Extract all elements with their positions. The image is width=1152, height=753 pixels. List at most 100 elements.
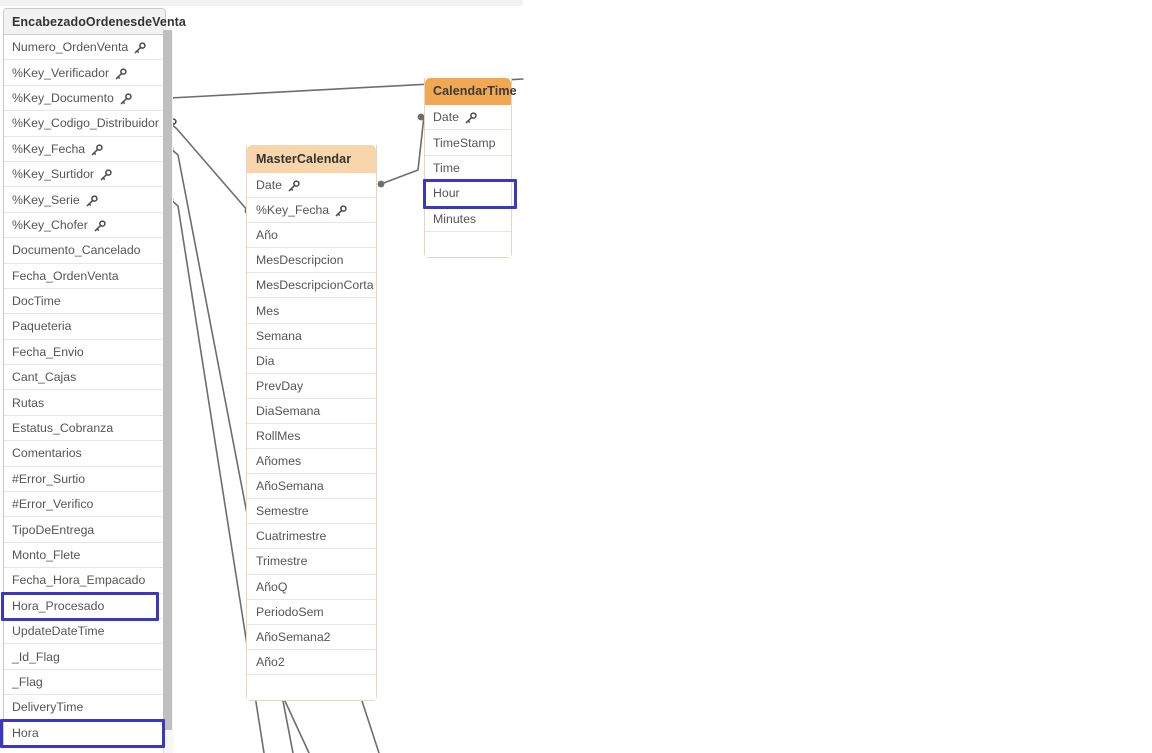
table-field-label: Hora_Procesado <box>12 598 105 613</box>
link-mastercalendar-bottom-left <box>284 700 310 753</box>
table-field-row[interactable]: AñoSemana2 <box>247 624 376 650</box>
table-field-row[interactable]: Fecha_OrdenVenta <box>4 263 165 289</box>
key-icon <box>91 144 103 156</box>
table-field-row[interactable]: Rutas <box>4 390 165 416</box>
table-field-row[interactable]: PeriodoSem <box>247 599 376 625</box>
table-field-label: Dia <box>256 353 275 368</box>
table-field-row[interactable]: Mes <box>247 298 376 324</box>
table-field-row[interactable]: Date <box>247 173 376 199</box>
table-field-row[interactable]: Paqueteria <box>4 314 165 340</box>
table-field-row[interactable]: %Key_Fecha <box>247 198 376 224</box>
table-field-row[interactable]: %Key_Codigo_Distribuidor <box>4 111 177 137</box>
table-field-label: TipoDeEntrega <box>12 522 95 537</box>
table-field-label: Estatus_Cobranza <box>12 421 114 436</box>
table-title-mastercalendar: MasterCalendar <box>247 145 376 173</box>
table-field-label: Fecha_Envio <box>12 344 84 359</box>
table-field-label: DeliveryTime <box>12 700 84 715</box>
table-field-label: AñoQ <box>256 579 288 594</box>
table-field-row[interactable]: RollMes <box>247 423 376 450</box>
table-field-label: Time <box>433 160 460 175</box>
table-field-row[interactable]: DocTime <box>4 288 165 315</box>
table-field-label: Trimestre <box>256 554 308 569</box>
table-field-label: Hora <box>12 725 39 740</box>
table-field-row[interactable]: DiaSemana <box>247 398 376 424</box>
table-field-label: TimeStamp <box>433 135 496 150</box>
table-field-row[interactable]: Hora_Procesado <box>4 593 165 619</box>
table-field-label: Año2 <box>256 654 285 669</box>
table-field-label: Documento_Cancelado <box>12 243 141 258</box>
table-field-row[interactable]: #Error_Surtio <box>4 466 165 493</box>
table-field-label: #Error_Surtio <box>12 471 86 486</box>
table-field-label: Semana <box>256 328 302 343</box>
table-field-label: %Key_Fecha <box>12 141 86 156</box>
table-field-row[interactable]: Año <box>247 223 376 249</box>
link-mastercalendar-calendartime <box>380 115 425 185</box>
top-gray-strip <box>0 0 523 6</box>
table-field-row[interactable]: %Key_Verificador <box>4 60 165 86</box>
table-field-row[interactable]: Comentarios <box>4 441 165 467</box>
table-field-row[interactable]: Fecha_Hora_Empacado <box>4 568 165 594</box>
table-field-row[interactable]: %Key_Documento <box>4 85 165 112</box>
table-field-row[interactable]: Semestre <box>247 499 376 525</box>
table-field-row[interactable]: _Id_Flag <box>4 644 165 670</box>
table-field-label: %Key_Serie <box>12 192 80 207</box>
table-field-row[interactable]: %Key_Surtidor <box>4 161 165 188</box>
table-field-label: Cuatrimestre <box>256 529 327 544</box>
table-field-label: Date <box>433 110 459 125</box>
table-field-row[interactable]: Trimestre <box>247 549 376 575</box>
table-field-row[interactable]: %Key_Chofer <box>4 212 165 239</box>
table-field-row[interactable]: TimeStamp <box>425 130 511 156</box>
table-field-label: Monto_Flete <box>12 548 81 562</box>
table-field-row[interactable]: DeliveryTime <box>4 695 165 721</box>
key-icon <box>120 93 132 105</box>
table-field-row[interactable] <box>425 231 511 258</box>
table-field-row[interactable]: Semana <box>247 323 376 349</box>
table-field-row[interactable]: UpdateDateTime <box>4 618 165 645</box>
table-field-label: _Flag <box>12 674 43 689</box>
table-field-row[interactable]: AñoSemana <box>247 474 376 500</box>
table-field-row[interactable]: #Error_Verifico <box>4 492 165 518</box>
table-field-row[interactable]: Cuatrimestre <box>247 524 376 550</box>
table-field-label: Paqueteria <box>12 319 72 334</box>
table-field-row[interactable]: Cant_Cajas <box>4 365 165 391</box>
table-field-row[interactable]: Time <box>425 155 511 182</box>
table-field-row[interactable]: MesDescripcionCorta <box>247 273 376 299</box>
table-field-label: AñoSemana2 <box>256 629 331 644</box>
table-field-row[interactable]: Numero_OrdenVenta <box>4 35 165 61</box>
table-field-row[interactable]: TipoDeEntrega <box>4 517 165 543</box>
table-field-row[interactable]: Añomes <box>247 449 376 475</box>
table-field-row[interactable] <box>247 674 376 700</box>
table-field-label: MesDescripcionCorta <box>256 278 374 293</box>
table-field-row[interactable]: Minutes <box>425 206 511 232</box>
table-calendar-time[interactable]: CalendarTime Date TimeStamp Time Hour Minute… <box>424 78 517 259</box>
key-icon <box>335 205 347 217</box>
table-encabezado-ordenes-de-venta[interactable]: EncabezadoOrdenesdeVenta Numero_OrdenVen… <box>3 8 186 747</box>
table-field-label: PeriodoSem <box>256 604 324 619</box>
table-title-encabezado: EncabezadoOrdenesdeVenta <box>4 9 186 35</box>
table-field-row[interactable]: Dia <box>247 348 376 374</box>
table-field-row[interactable]: PrevDay <box>247 373 376 399</box>
table-field-row[interactable]: Hora <box>4 720 165 746</box>
table-field-row[interactable]: _Flag <box>4 669 165 696</box>
table-field-label: Año <box>256 228 278 243</box>
key-icon <box>134 42 146 54</box>
table-master-calendar[interactable]: MasterCalendar Date %Key_Fecha Año MesDescr… <box>246 145 377 701</box>
table-field-row[interactable]: %Key_Serie <box>4 187 165 213</box>
key-icon <box>94 220 106 232</box>
table-field-row[interactable]: Año2 <box>247 649 376 675</box>
table-field-row[interactable]: AñoQ <box>247 574 376 600</box>
table-field-row[interactable]: Fecha_Envio <box>4 339 165 366</box>
table-field-row[interactable]: %Key_Fecha <box>4 136 165 162</box>
table-field-row[interactable]: Monto_Flete <box>4 542 165 569</box>
key-icon <box>100 169 112 181</box>
link-mastercalendar-bottom-right <box>361 700 380 753</box>
table-field-label: %Key_Chofer <box>12 217 88 232</box>
table-field-row[interactable]: Date <box>425 105 511 131</box>
table-field-row[interactable]: MesDescripcion <box>247 248 376 274</box>
table-field-row[interactable]: Hour <box>425 181 511 207</box>
table-field-label: Semestre <box>256 504 309 519</box>
table-field-row[interactable]: Documento_Cancelado <box>4 238 165 264</box>
table-field-row[interactable]: Estatus_Cobranza <box>4 415 165 442</box>
encabezado-scrollbar-thumb[interactable] <box>163 30 172 730</box>
table-field-label: Rutas <box>12 395 45 410</box>
